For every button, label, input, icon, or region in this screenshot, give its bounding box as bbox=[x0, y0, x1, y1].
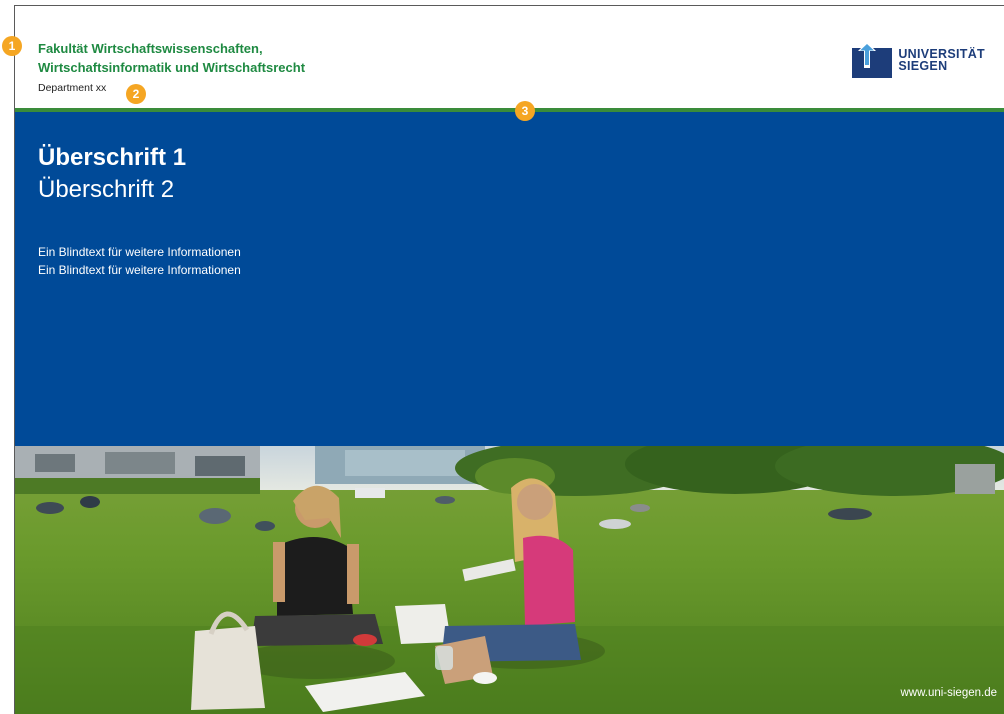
faculty-name: Fakultät Wirtschaftswissenschaften, Wirt… bbox=[38, 39, 305, 77]
page: Fakultät Wirtschaftswissenschaften, Wirt… bbox=[0, 0, 1004, 714]
blindtext-line-1: Ein Blindtext für weitere Informationen bbox=[38, 245, 241, 259]
university-logo: UNIVERSITÄT SIEGEN bbox=[852, 42, 985, 78]
website-url: www.uni-siegen.de bbox=[900, 687, 997, 699]
photo-illustration bbox=[15, 446, 1004, 714]
faculty-line-1: Fakultät Wirtschaftswissenschaften, bbox=[38, 41, 263, 56]
university-logo-icon bbox=[852, 42, 893, 78]
annotation-badge-3: 3 bbox=[515, 101, 535, 121]
annotation-badge-1: 1 bbox=[2, 36, 22, 56]
department-label: Department xx bbox=[38, 82, 107, 94]
header: Fakultät Wirtschaftswissenschaften, Wirt… bbox=[15, 6, 1004, 110]
logo-text: UNIVERSITÄT SIEGEN bbox=[898, 48, 985, 73]
blindtext-line-2: Ein Blindtext für weitere Informationen bbox=[38, 263, 241, 277]
annotation-badge-2: 2 bbox=[126, 84, 146, 104]
heading-1: Überschrift 1 bbox=[38, 144, 187, 171]
students-on-lawn-photo: www.uni-siegen.de bbox=[15, 446, 1004, 714]
template-frame: Fakultät Wirtschaftswissenschaften, Wirt… bbox=[14, 5, 1004, 714]
faculty-line-2: Wirtschaftsinformatik und Wirtschaftsrec… bbox=[38, 60, 306, 75]
logo-line-2: SIEGEN bbox=[898, 59, 948, 73]
heading-2: Überschrift 2 bbox=[38, 176, 175, 203]
